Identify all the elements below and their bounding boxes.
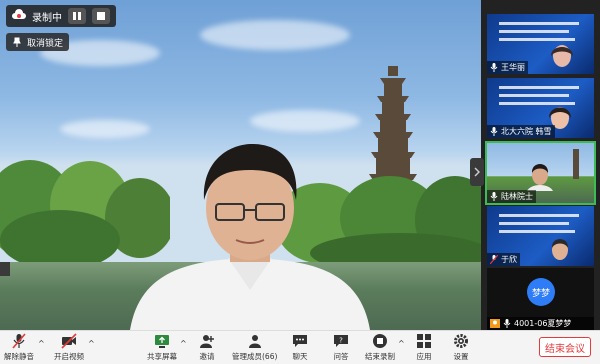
- qa-label: 问答: [333, 352, 349, 361]
- chevron-up-icon[interactable]: ^: [398, 339, 405, 348]
- start-video-button[interactable]: 开启视频: [54, 333, 84, 362]
- apps-button[interactable]: 应用: [416, 333, 432, 362]
- chat-label: 聊天: [292, 352, 308, 361]
- qa-button[interactable]: ? 问答: [333, 333, 349, 362]
- manage-members-button[interactable]: 管理成员(66): [232, 333, 277, 362]
- chevron-up-icon[interactable]: ^: [38, 339, 45, 348]
- start-video-label: 开启视频: [54, 352, 84, 361]
- meeting-window: 录制中 取消锁定 王华丽 北大六院 韩雪 陆林院士 于欣 梦梦 4001-06夏…: [0, 0, 600, 364]
- participant-name: 于欣: [501, 255, 517, 264]
- speaker-person: [130, 144, 370, 330]
- participant-face: [527, 164, 553, 191]
- chevron-up-icon[interactable]: ^: [88, 339, 95, 348]
- chevron-up-icon[interactable]: ^: [180, 339, 187, 348]
- pause-recording-button[interactable]: [68, 8, 86, 24]
- participant-name: 王华丽: [501, 63, 525, 72]
- settings-label: 设置: [453, 352, 469, 361]
- chevron-right-icon: [474, 167, 480, 177]
- qa-icon: ?: [334, 335, 348, 347]
- pause-icon: [73, 12, 81, 20]
- pin-icon: [13, 37, 21, 47]
- mic-icon: [503, 319, 511, 328]
- collapse-strip-button[interactable]: [470, 158, 484, 186]
- share-screen-button[interactable]: 共享屏幕: [147, 333, 177, 362]
- participant-namebar: 王华丽: [487, 61, 528, 74]
- apps-icon: [417, 334, 431, 348]
- video-off-icon: [61, 333, 77, 349]
- record-stop-icon: [373, 334, 387, 348]
- participant-name: 北大六院 韩雪: [501, 127, 552, 136]
- mic-icon: [490, 127, 498, 136]
- main-speaker-video[interactable]: [0, 0, 481, 330]
- self-namebar: 4001-06夏梦梦: [487, 317, 594, 330]
- manage-members-label: 管理成员(66): [232, 352, 278, 361]
- mic-muted-icon: [490, 255, 498, 264]
- end-meeting-button[interactable]: 结束会议: [539, 337, 591, 357]
- participant-tile-active[interactable]: 陆林院士: [485, 141, 596, 205]
- participant-face: [551, 45, 573, 67]
- participant-tile[interactable]: 王华丽: [487, 14, 594, 74]
- participant-namebar: 北大六院 韩雪: [487, 125, 555, 138]
- self-name: 4001-06夏梦梦: [514, 319, 572, 328]
- unmute-label: 解除静音: [4, 352, 34, 361]
- cloud-record-icon: [12, 9, 26, 19]
- chat-icon: [293, 335, 307, 347]
- invite-button[interactable]: 邀请: [199, 333, 215, 362]
- avatar: 梦梦: [527, 278, 555, 306]
- settings-button[interactable]: 设置: [453, 333, 469, 362]
- bottom-toolbar: 解除静音 ^ 开启视频 ^ 共享屏幕 ^ 邀请 管理成员(66) 聊天 ? 问答…: [0, 330, 600, 364]
- host-badge-icon: [490, 319, 500, 328]
- unmute-button[interactable]: 解除静音: [4, 333, 34, 362]
- end-recording-label: 结束录制: [365, 352, 395, 361]
- mic-muted-icon: [12, 333, 26, 349]
- chat-button[interactable]: 聊天: [292, 333, 308, 362]
- svg-text:?: ?: [339, 337, 343, 345]
- end-recording-button[interactable]: 结束录制: [365, 333, 395, 362]
- participant-namebar: 陆林院士: [487, 190, 536, 203]
- participant-tile[interactable]: 于欣: [487, 206, 594, 266]
- stop-recording-button[interactable]: [92, 8, 110, 24]
- apps-label: 应用: [416, 352, 432, 361]
- mic-icon: [490, 63, 498, 72]
- mic-icon: [490, 192, 498, 201]
- participant-face: [551, 239, 569, 260]
- recording-status-label: 录制中: [32, 12, 62, 24]
- gear-icon: [454, 334, 468, 348]
- invite-label: 邀请: [199, 352, 215, 361]
- recording-bar: 录制中: [6, 5, 116, 27]
- pagoda-thumbnail: [573, 149, 579, 179]
- unlock-video-button[interactable]: 取消锁定: [6, 33, 70, 51]
- self-tile[interactable]: 梦梦 4001-06夏梦梦: [487, 268, 594, 330]
- members-icon: [248, 335, 261, 348]
- share-screen-icon: [155, 335, 169, 348]
- participant-namebar: 于欣: [487, 253, 520, 266]
- stop-icon: [97, 12, 105, 20]
- side-panel-handle[interactable]: [0, 262, 10, 276]
- unlock-label: 取消锁定: [27, 38, 64, 49]
- share-screen-label: 共享屏幕: [147, 352, 177, 361]
- participant-name: 陆林院士: [501, 192, 533, 201]
- participant-tile[interactable]: 北大六院 韩雪: [487, 78, 594, 138]
- invite-icon: [200, 335, 214, 348]
